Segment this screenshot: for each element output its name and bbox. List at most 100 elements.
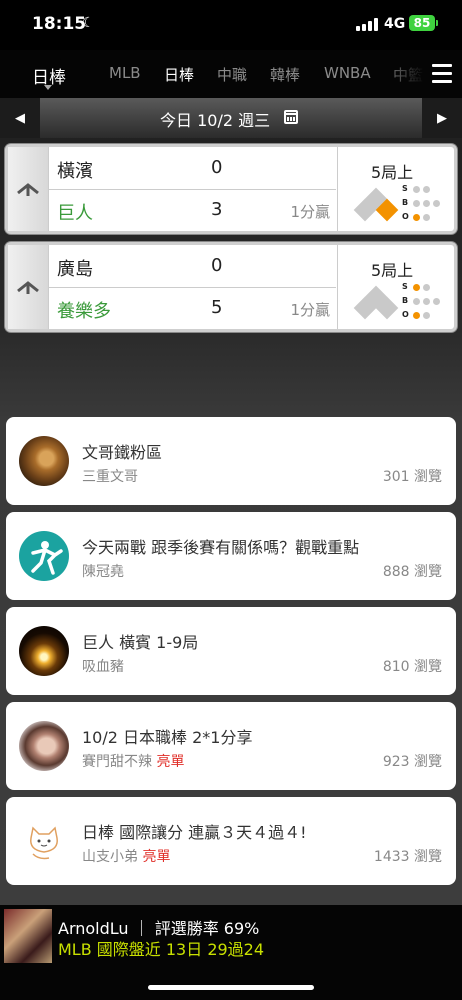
next-day-button[interactable]: ▶	[422, 98, 462, 138]
right-arrow-icon: ▶	[437, 110, 447, 126]
post-author: 三重文哥	[82, 469, 138, 485]
post-views: 923 瀏覽	[382, 754, 442, 770]
ball-label: B	[402, 296, 409, 305]
home-row: 巨人 3 1分贏	[49, 189, 336, 231]
post-title: 今天兩戰 跟季後賽有關係嗎？觀戰重點	[82, 538, 360, 557]
post-author-name: 山支小弟	[82, 849, 138, 865]
moon-icon: ☾	[82, 15, 95, 31]
game-result-note: 1分贏	[290, 203, 330, 221]
lion-avatar	[19, 436, 69, 486]
battery-cap	[436, 20, 438, 26]
away-row: 廣島 0	[49, 245, 336, 288]
post-author: 吸血豬	[82, 659, 124, 675]
woman-avatar	[19, 721, 69, 771]
home-score: 3	[211, 199, 223, 220]
post-title: 文哥鐵粉區	[82, 443, 163, 462]
date-bar: ◀ 今日 10/2 週三 ▶	[0, 98, 462, 138]
bet-slip-tag[interactable]: 亮單	[156, 754, 184, 770]
game-status: 5局上 S B O	[337, 147, 455, 231]
post-author: 山支小弟 亮單	[82, 846, 170, 866]
up-arrow-icon	[17, 281, 39, 294]
tab-fade	[380, 50, 425, 98]
date-label[interactable]: 今日 10/2 週三	[160, 107, 270, 131]
away-score: 0	[211, 157, 223, 178]
game-card[interactable]: 廣島 0 養樂多 5 1分贏 5局上 S B O	[5, 242, 457, 332]
out-label: O	[402, 310, 409, 319]
promo-banner[interactable]: ArnoldLu ｜ 評選勝率 69% MLB 國際盤近 13日 29過24	[0, 905, 462, 967]
candle-avatar	[19, 626, 69, 676]
ball-label: B	[402, 198, 409, 207]
tab-wnba[interactable]: WNBA	[324, 64, 371, 82]
away-score: 0	[211, 255, 223, 276]
out-dot	[413, 312, 420, 319]
game-result-note: 1分贏	[290, 301, 330, 319]
left-arrow-icon: ◀	[15, 110, 25, 126]
post-author: 陳冠堯	[82, 564, 124, 580]
strike-label: S	[402, 282, 408, 291]
post-title: 巨人 橫賓 1-9局	[82, 633, 199, 652]
game-expand[interactable]	[8, 245, 49, 329]
up-arrow-icon	[17, 183, 39, 196]
cat-avatar	[19, 816, 69, 866]
inning-label: 5局上	[371, 261, 414, 280]
prev-day-button[interactable]: ◀	[0, 98, 40, 138]
out-dot	[423, 312, 430, 319]
post-title: 日棒 國際讓分 連贏３天４過４!	[82, 823, 307, 842]
home-score: 5	[211, 297, 223, 318]
post-views: 810 瀏覽	[382, 659, 442, 675]
out-dot	[423, 214, 430, 221]
post-author-name: 賽門甜不辣	[82, 754, 152, 770]
tab-npb[interactable]: 日棒	[164, 64, 194, 85]
home-team: 巨人	[57, 203, 93, 224]
post-views: 888 瀏覽	[382, 564, 442, 580]
status-bar: 18:15 ☾ 4G 85	[0, 0, 462, 50]
ball-dot	[413, 298, 420, 305]
away-team: 橫濱	[57, 161, 93, 182]
post-item[interactable]: 日棒 國際讓分 連贏３天４過４! 山支小弟 亮單 1433 瀏覽	[6, 797, 456, 885]
post-item[interactable]: 10/2 日本職棒 2*1分享 賽門甜不辣 亮單 923 瀏覽	[6, 702, 456, 790]
out-dot	[413, 214, 420, 221]
calendar-icon[interactable]	[284, 110, 298, 124]
status-time: 18:15	[32, 14, 87, 34]
network-label: 4G	[384, 16, 406, 32]
game-status: 5局上 S B O	[337, 245, 455, 329]
tab-mlb[interactable]: MLB	[109, 64, 141, 82]
post-item[interactable]: 文哥鐵粉區 三重文哥 301 瀏覽	[6, 417, 456, 505]
pitcher-avatar	[19, 531, 69, 581]
ball-dot	[413, 200, 420, 207]
strike-dot	[413, 284, 420, 291]
game-card[interactable]: 橫濱 0 巨人 3 1分贏 5局上 S B O	[5, 144, 457, 234]
tab-cpbl[interactable]: 中職	[217, 64, 247, 85]
post-item[interactable]: 今天兩戰 跟季後賽有關係嗎？觀戰重點 陳冠堯 888 瀏覽	[6, 512, 456, 600]
ball-dot	[433, 298, 440, 305]
promo-record-line: MLB 國際盤近 13日 29過24	[58, 940, 265, 959]
strike-dot	[413, 186, 420, 193]
strike-label: S	[402, 184, 408, 193]
strike-dot	[423, 284, 430, 291]
ball-dot	[433, 200, 440, 207]
strike-dot	[423, 186, 430, 193]
menu-icon[interactable]	[432, 64, 452, 84]
away-team: 廣島	[57, 259, 93, 280]
dropdown-arrow-icon[interactable]	[44, 85, 52, 90]
ball-dot	[423, 200, 430, 207]
home-indicator[interactable]	[148, 985, 314, 990]
post-title: 10/2 日本職棒 2*1分享	[82, 728, 253, 747]
signal-icon	[356, 18, 378, 31]
inning-label: 5局上	[371, 163, 414, 182]
game-expand[interactable]	[8, 147, 49, 231]
post-author: 賽門甜不辣 亮單	[82, 751, 184, 771]
home-row: 養樂多 5 1分贏	[49, 287, 336, 329]
post-views: 301 瀏覽	[382, 469, 442, 485]
away-row: 橫濱 0	[49, 147, 336, 190]
home-team: 養樂多	[57, 301, 111, 322]
promo-avatar	[4, 909, 52, 963]
out-label: O	[402, 212, 409, 221]
ball-dot	[423, 298, 430, 305]
battery-icon: 85	[409, 15, 435, 31]
post-item[interactable]: 巨人 橫賓 1-9局 吸血豬 810 瀏覽	[6, 607, 456, 695]
bet-slip-tag[interactable]: 亮單	[142, 849, 170, 865]
home-bar-area	[0, 967, 462, 1000]
post-views: 1433 瀏覽	[373, 849, 442, 865]
tab-kbo[interactable]: 韓棒	[270, 64, 300, 85]
